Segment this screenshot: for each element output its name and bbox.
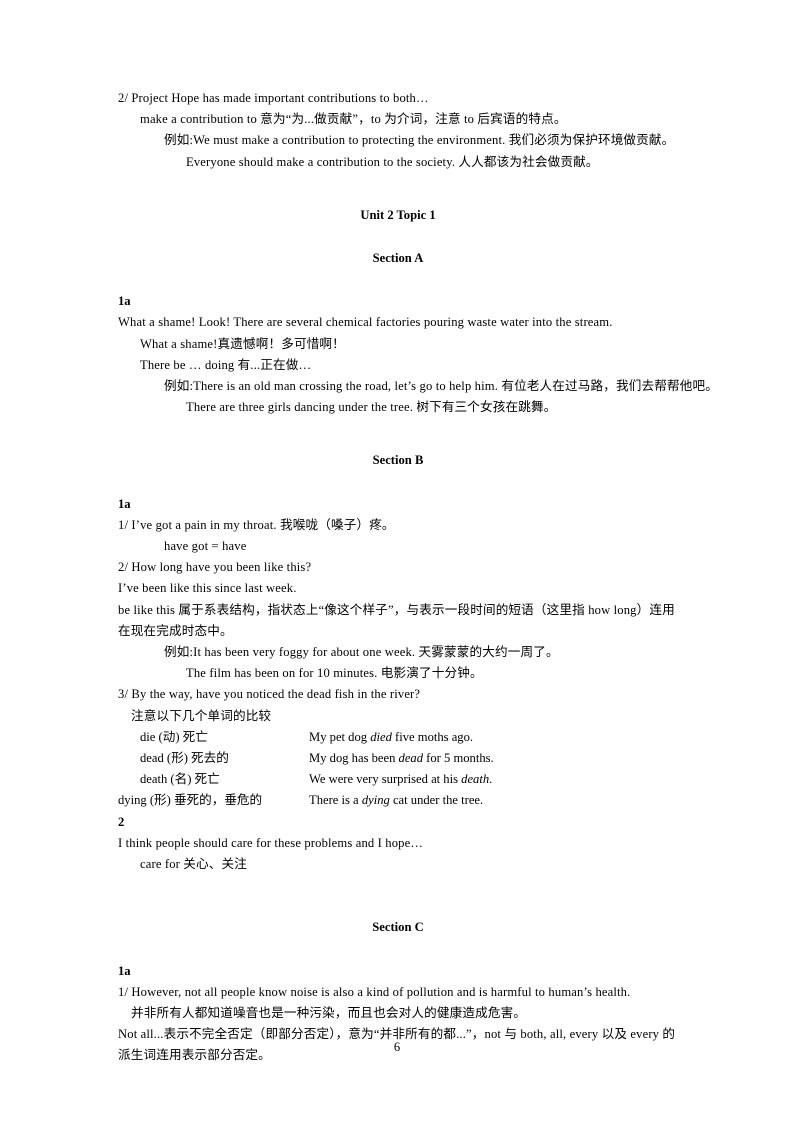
word-example-highlight: death [461, 772, 490, 787]
section-b-line-11: care for 关心、关注 [140, 857, 248, 872]
word-comparison-row: die (动) 死亡 My pet dog died five moths ago… [118, 727, 494, 748]
top-line-1: 2/ Project Hope has made important contr… [118, 91, 429, 105]
section-b-line-5: be like this 属于系表结构，指状态上“像这个样子”，与表示一段时间的… [118, 602, 675, 638]
word-comparison-row: death (名) 死亡 We were very surprised at hi… [118, 769, 494, 790]
section-b-line-10: I think people should care for these pro… [118, 835, 424, 850]
section-c-heading: Section C [372, 920, 424, 935]
section-b-line-7: The film has been on for 10 minutes. 电影演… [186, 666, 483, 681]
section-a-line-4: 例如:There is an old man crossing the road… [164, 379, 718, 394]
section-b-line-4: I’ve been like this since last week. [118, 581, 297, 596]
section-c-line-2: 并非所有人都知道噪音也是一种污染，而且也会对人的健康造成危害。 [131, 1005, 527, 1020]
section-b-line-2: have got = have [164, 539, 247, 554]
document-page: 2/ Project Hope has made important contr… [0, 0, 794, 1123]
section-b-label-2: 2 [118, 814, 125, 829]
section-a-line-1: What a shame! Look! There are several ch… [118, 315, 613, 330]
word-example-highlight: died [370, 729, 392, 744]
word-example-highlight: dead [398, 751, 424, 766]
section-b-line-1: 1/ I’ve got a pain in my throat. 我喉咙（嗓子）… [118, 517, 395, 532]
section-b-line-8: 3/ By the way, have you noticed the dead… [118, 687, 421, 702]
section-c-label-1a: 1a [118, 963, 131, 978]
unit-heading: Unit 2 Topic 1 [360, 207, 436, 222]
word-example: We were very surprised at his death. [309, 772, 493, 787]
word-term: dead (形) 死去的 [140, 751, 229, 766]
word-example: There is a dying cat under the tree. [309, 793, 484, 808]
word-comparison-row: dead (形) 死去的 My dog has been dead for 5 m… [118, 748, 494, 769]
word-example-highlight: dying [361, 793, 390, 808]
page-number: 6 [393, 1040, 401, 1054]
top-line-3: 例如:We must make a contribution to protec… [164, 133, 675, 148]
top-line-2: make a contribution to 意为“为...做贡献”，to 为介… [140, 112, 567, 127]
word-example: My dog has been dead for 5 months. [309, 751, 494, 766]
top-line-4: Everyone should make a contribution to t… [186, 154, 599, 169]
section-a-label-1a: 1a [118, 294, 131, 309]
section-b-line-3: 2/ How long have you been like this? [118, 560, 312, 575]
section-a-heading: Section A [372, 251, 424, 266]
section-b-heading: Section B [372, 453, 424, 468]
section-a-line-5: There are three girls dancing under the … [186, 400, 557, 415]
section-a-line-2: What a shame!真遗憾啊！多可惜啊！ [140, 336, 345, 351]
word-comparison-table: die (动) 死亡 My pet dog died five moths ago… [118, 727, 494, 812]
section-b-line-6: 例如:It has been very foggy for about one … [164, 645, 559, 660]
word-term: die (动) 死亡 [140, 729, 208, 744]
word-comparison-row: dying (形) 垂死的，垂危的 There is a dying cat un… [118, 790, 494, 811]
section-b-label-1a: 1a [118, 496, 131, 511]
section-b-line-9: 注意以下几个单词的比较 [131, 708, 272, 723]
word-example: My pet dog died five moths ago. [309, 729, 474, 744]
section-c-line-1: 1/ However, not all people know noise is… [118, 984, 631, 999]
word-term: dying (形) 垂死的，垂危的 [118, 793, 263, 808]
page-content: 2/ Project Hope has made important contr… [118, 88, 718, 1067]
word-comparison-table-body: die (动) 死亡 My pet dog died five moths ago… [118, 727, 494, 812]
word-term: death (名) 死亡 [140, 772, 220, 787]
section-a-line-3: There be … doing 有...正在做… [140, 357, 312, 372]
